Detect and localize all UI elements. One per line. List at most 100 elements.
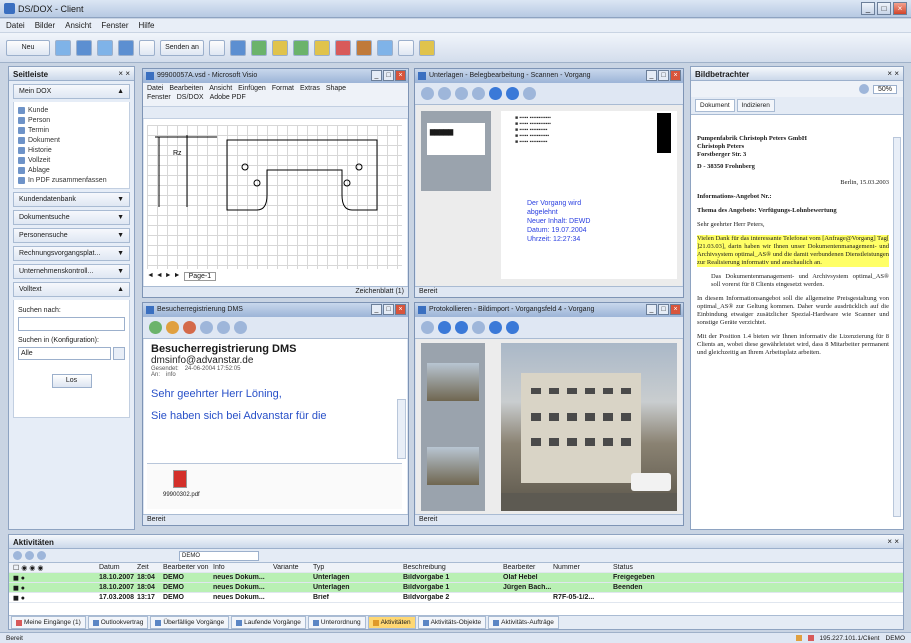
copy-icon[interactable] <box>398 39 414 56</box>
visio-menu-dsdox[interactable]: DS/DOX <box>177 94 204 101</box>
window-tile-icon[interactable] <box>55 39 71 56</box>
scope-select[interactable]: Alle <box>18 347 111 360</box>
email-scrollbar[interactable] <box>397 399 406 459</box>
column-header[interactable]: Info <box>213 564 273 571</box>
column-header[interactable]: Beschreibung <box>403 564 503 571</box>
tab-laufend[interactable]: Laufende Vorgänge <box>231 616 306 629</box>
note-icon[interactable] <box>314 39 330 56</box>
tab-aktivitaets-auftraege[interactable]: Aktivitäts-Aufträge <box>488 616 559 629</box>
rotate-icon[interactable] <box>523 87 536 100</box>
maximize-button[interactable]: □ <box>658 304 669 315</box>
delete-icon[interactable] <box>183 321 196 334</box>
column-header[interactable]: Status <box>613 564 693 571</box>
column-header[interactable]: Datum <box>99 564 137 571</box>
section-unternehmen[interactable]: Unternehmenskontroll... ▼ <box>13 264 130 279</box>
close-button[interactable]: × <box>395 304 406 315</box>
visio-canvas[interactable]: Rz <box>147 125 402 269</box>
window-cascade-icon[interactable] <box>76 39 92 56</box>
pdf-icon[interactable] <box>335 39 351 56</box>
zoom-in-icon[interactable] <box>489 87 502 100</box>
zoom-in-icon[interactable] <box>489 321 502 334</box>
users-icon[interactable] <box>419 39 435 56</box>
scan-icon[interactable] <box>209 39 225 56</box>
sidebar-close-icon[interactable]: × × <box>118 69 130 78</box>
prev-page-icon[interactable] <box>438 87 451 100</box>
column-header[interactable]: Variante <box>273 564 313 571</box>
mail-icon[interactable] <box>377 39 393 56</box>
next-page-icon[interactable] <box>455 87 468 100</box>
preview-close-icon[interactable]: × × <box>887 69 899 78</box>
visio-menu-format[interactable]: Format <box>272 85 294 92</box>
window-vertical-icon[interactable] <box>118 39 134 56</box>
close-button[interactable]: × <box>670 70 681 81</box>
send-to-button[interactable]: Senden an <box>160 39 204 56</box>
visio-menu-ansicht[interactable]: Ansicht <box>209 85 232 92</box>
zoom-out-icon[interactable] <box>506 321 519 334</box>
visio-menu-shape[interactable]: Shape <box>326 85 346 92</box>
menu-bilder[interactable]: Bilder <box>35 21 55 30</box>
page-nav-icon[interactable]: ◄ ◄ ► ► <box>147 272 181 281</box>
visio-menu-einfuegen[interactable]: Einfügen <box>238 85 266 92</box>
close-button[interactable]: × <box>395 70 406 81</box>
column-header[interactable]: Nummer <box>553 564 613 571</box>
filter-icon[interactable] <box>13 551 22 560</box>
window-horizontal-icon[interactable] <box>97 39 113 56</box>
attachment-name[interactable]: 99900302.pdf <box>163 492 200 498</box>
nav-item[interactable]: Ablage <box>18 165 125 175</box>
maximize-button[interactable]: □ <box>383 304 394 315</box>
excel-icon[interactable] <box>293 39 309 56</box>
visio-menu-datei[interactable]: Datei <box>147 85 163 92</box>
menu-ansicht[interactable]: Ansicht <box>65 21 91 30</box>
user-filter-select[interactable]: DEMO <box>179 550 259 561</box>
maximize-button[interactable]: □ <box>658 70 669 81</box>
new-button[interactable]: Neu <box>6 39 50 56</box>
nav-item[interactable]: Historie <box>18 145 125 155</box>
tab-aktivitaets-objekte[interactable]: Aktivitäts-Objekte <box>417 616 487 629</box>
next-page-icon[interactable] <box>438 321 451 334</box>
maximize-button[interactable]: □ <box>877 2 891 15</box>
nav-item[interactable]: Kunde <box>18 105 125 115</box>
nav-item[interactable]: Dokument <box>18 135 125 145</box>
minimize-button[interactable]: _ <box>371 70 382 81</box>
alert-icon[interactable] <box>807 635 814 641</box>
print-icon[interactable] <box>139 39 155 56</box>
group-icon[interactable] <box>37 551 46 560</box>
column-header[interactable]: Bearbeiter von <box>163 564 213 571</box>
zoom-out-icon[interactable] <box>506 87 519 100</box>
reply-icon[interactable] <box>149 321 162 334</box>
menu-hilfe[interactable]: Hilfe <box>139 21 155 30</box>
page-tab[interactable]: Page-1 <box>183 272 217 281</box>
down-icon[interactable] <box>217 321 230 334</box>
visio-menu-adobe[interactable]: Adobe PDF <box>210 94 246 101</box>
tab-aktivitaeten[interactable]: Aktivitäten <box>367 616 416 629</box>
page-thumbnail[interactable]: ▇▇▇▇▇ <box>427 123 485 155</box>
refresh-icon[interactable] <box>25 551 34 560</box>
table-row[interactable]: ◼ ● 18.10.2007 18:04 DEMO neues Dokum... Unt… <box>9 583 903 593</box>
folder-icon[interactable] <box>272 39 288 56</box>
minimize-button[interactable]: _ <box>371 304 382 315</box>
column-header[interactable]: Typ <box>313 564 403 571</box>
section-dokumentsuche[interactable]: Dokumentsuche ▼ <box>13 210 130 225</box>
pdf-file-icon[interactable] <box>173 470 187 488</box>
section-rechnung[interactable]: Rechnungsvorgangsplat... ▼ <box>13 246 130 261</box>
first-page-icon[interactable] <box>421 321 434 334</box>
close-button[interactable]: × <box>670 304 681 315</box>
refresh-icon[interactable] <box>251 39 267 56</box>
prev-page-icon[interactable] <box>472 321 485 334</box>
print-icon[interactable] <box>234 321 247 334</box>
activities-close-icon[interactable]: × × <box>887 537 899 546</box>
menu-fenster[interactable]: Fenster <box>101 21 128 30</box>
info-icon[interactable] <box>230 39 246 56</box>
zoom-out-icon[interactable] <box>858 84 869 94</box>
preview-scrollbar[interactable] <box>893 137 901 517</box>
tab-ueberfaellig[interactable]: Überfällige Vorgänge <box>150 616 230 629</box>
first-page-icon[interactable] <box>421 87 434 100</box>
table-row[interactable]: ◼ ● 18.10.2007 18:04 DEMO neues Dokum... Unt… <box>9 573 903 583</box>
tab-indizieren[interactable]: Indizieren <box>736 99 775 112</box>
section-volltext[interactable]: Volltext ▲ <box>13 282 130 297</box>
last-page-icon[interactable] <box>472 87 485 100</box>
section-mein-dox[interactable]: Mein DOX ▲ <box>13 84 130 99</box>
search-input[interactable] <box>18 317 125 331</box>
section-kundendatenbank[interactable]: Kundendatenbank ▼ <box>13 192 130 207</box>
visio-menu-fenster[interactable]: Fenster <box>147 94 171 101</box>
